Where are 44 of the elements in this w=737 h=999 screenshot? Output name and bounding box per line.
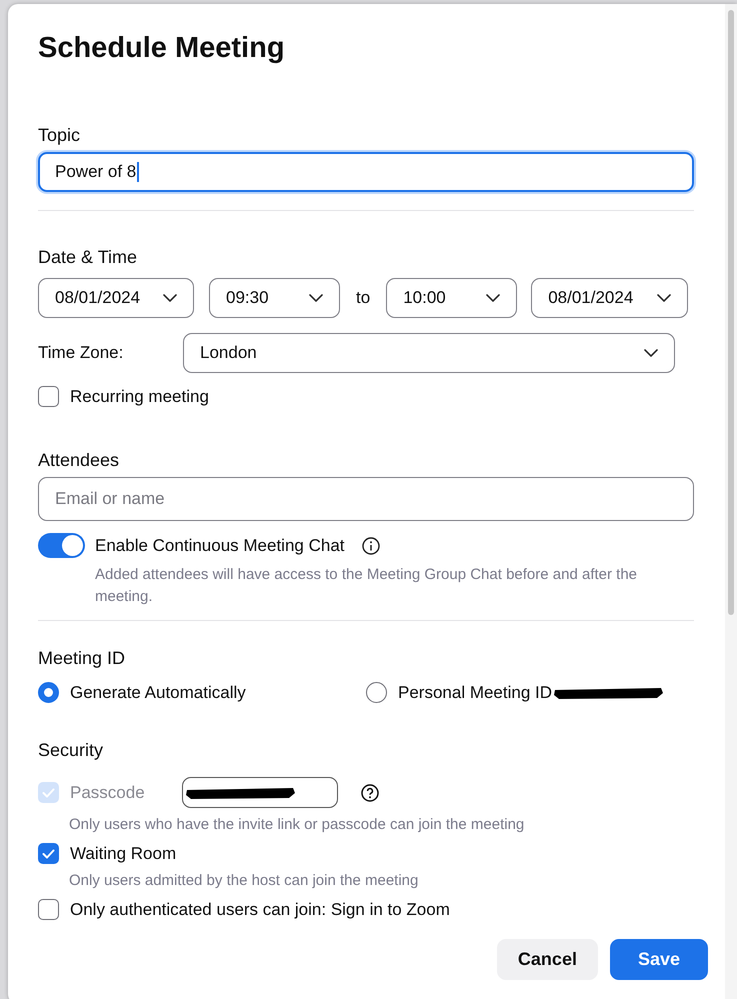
checkbox-label: Recurring meeting [70,386,209,406]
toggle-label: Enable Continuous Meeting Chat [95,536,344,556]
save-button[interactable]: Save [610,939,708,980]
checkbox[interactable] [38,899,59,920]
chevron-icon [309,294,323,302]
scrollbar[interactable] [725,4,737,999]
checkbox-label: Passcode [70,782,145,802]
checkbox[interactable] [38,386,59,407]
chat-note: Added attendees will have access to the Meeting Group Chat before and after the meeting. [95,565,638,607]
radio-label: Personal Meeting ID [398,682,552,702]
topic-field[interactable]: Power of 8 [38,152,694,192]
cancel-button[interactable]: Cancel [496,939,598,980]
option-note: Only users who have the invite link or passcode can join the meeting [69,815,526,835]
field-label: Time Zone: [38,343,124,363]
chevron-icon [486,294,500,302]
info-icon [362,536,380,554]
radio-button[interactable] [38,682,59,703]
checkbox-label: Only authenticated users can join: Sign in to Zoom [70,900,450,920]
toggle-switch[interactable] [38,533,85,558]
passcode-field[interactable] [182,777,338,808]
section-label: Topic [38,125,82,146]
radio-button[interactable] [366,682,387,703]
dialog-title: Schedule Meeting [38,32,286,65]
checkbox[interactable] [38,843,59,864]
section-label: Date & Time [38,247,138,268]
time-select[interactable]: 10:00 [386,278,518,318]
chevron-icon [163,294,177,302]
option-note: Only users admitted by the host can join the meeting [69,871,420,891]
check-icon [42,848,55,858]
date-select[interactable]: 08/01/2024 [531,278,688,318]
chevron-icon [657,294,672,302]
section-label: Meeting ID [38,648,126,669]
separator-text: to [356,288,370,308]
chevron-icon [644,349,658,357]
section-label: Attendees [38,450,120,471]
attendees-field[interactable]: Email or name [38,477,694,521]
date-select[interactable]: 08/01/2024 [38,278,194,318]
section-label: Security [38,740,104,761]
radio-label: Generate Automatically [70,682,246,702]
time-zone-select[interactable]: London [183,333,675,373]
time-select[interactable]: 09:30 [209,278,340,318]
help-icon [360,784,379,802]
check-icon [42,788,55,798]
checkbox-label: Waiting Room [70,844,176,864]
